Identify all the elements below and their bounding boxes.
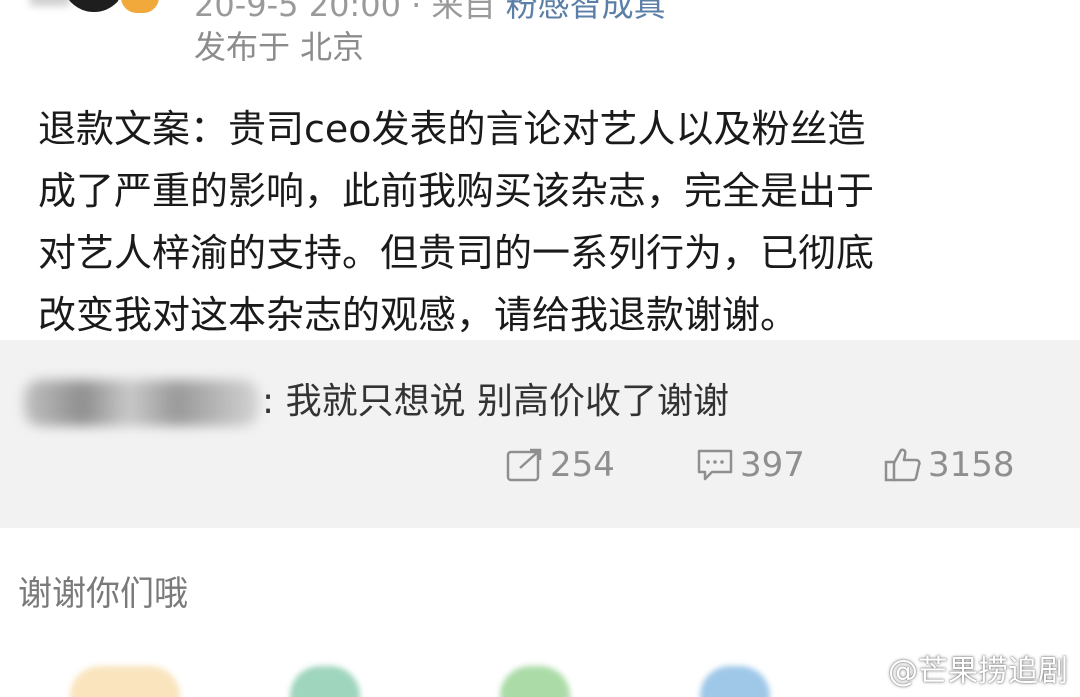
- repost-count: 254: [550, 445, 615, 485]
- comment-count: 397: [740, 445, 805, 485]
- comment-icon: [697, 449, 733, 481]
- blurred-commenter-name: [24, 380, 259, 426]
- like-count: 3158: [928, 445, 1015, 485]
- comment-text: : 我就只想说 别高价收了谢谢: [262, 381, 730, 422]
- comment-panel: : 我就只想说 别高价收了谢谢 254 397 3158: [0, 340, 1080, 528]
- repost-icon: [506, 448, 542, 482]
- post-time: 20-9-5 20:00 · 来自: [194, 0, 496, 24]
- post-header: 20-9-5 20:00 · 来自 粉感智成真: [0, 0, 1080, 24]
- screenshot-page: 20-9-5 20:00 · 来自 粉感智成真 发布于 北京 退款文案：贵司ce…: [0, 0, 1080, 697]
- comment-button[interactable]: 397: [696, 440, 805, 490]
- thumbnail-image[interactable]: [290, 666, 360, 697]
- post-body: 退款文案：贵司ceo发表的言论对艺人以及粉丝造 成了严重的影响，此前我购买该杂志…: [38, 98, 1048, 346]
- thumbnail-image[interactable]: [500, 666, 570, 697]
- caption-text: 谢谢你们哦: [18, 574, 188, 614]
- blurred-username: [30, 0, 70, 6]
- post-line: 退款文案：贵司ceo发表的言论对艺人以及粉丝造: [38, 107, 866, 151]
- repost-button[interactable]: 254: [506, 440, 615, 490]
- thumbnail-image[interactable]: [700, 666, 770, 697]
- avatar[interactable]: [62, 0, 126, 12]
- action-bar: 254 397 3158: [0, 440, 1080, 490]
- weibo-logo-icon: [846, 654, 883, 683]
- verified-badge-icon: [118, 0, 162, 16]
- watermark-text: @芒果捞追剧: [888, 654, 1068, 689]
- image-thumbnails: @芒果捞追剧: [0, 640, 1080, 697]
- post-line: 成了严重的影响，此前我购买该杂志，完全是出于: [38, 169, 875, 213]
- post-source-link[interactable]: 粉感智成真: [506, 0, 666, 24]
- comment-item[interactable]: : 我就只想说 别高价收了谢谢: [20, 370, 1060, 430]
- watermark: @芒果捞追剧: [846, 646, 1068, 690]
- thumbs-up-icon: [884, 448, 921, 482]
- like-button[interactable]: 3158: [884, 440, 1015, 490]
- post-location: 发布于 北京: [194, 28, 365, 66]
- post-line: 对艺人梓渝的支持。但贵司的一系列行为，已彻底: [38, 231, 875, 275]
- post-line: 改变我对这本杂志的观感，请给我退款谢谢。: [38, 293, 799, 337]
- thumbnail-image[interactable]: [70, 666, 180, 697]
